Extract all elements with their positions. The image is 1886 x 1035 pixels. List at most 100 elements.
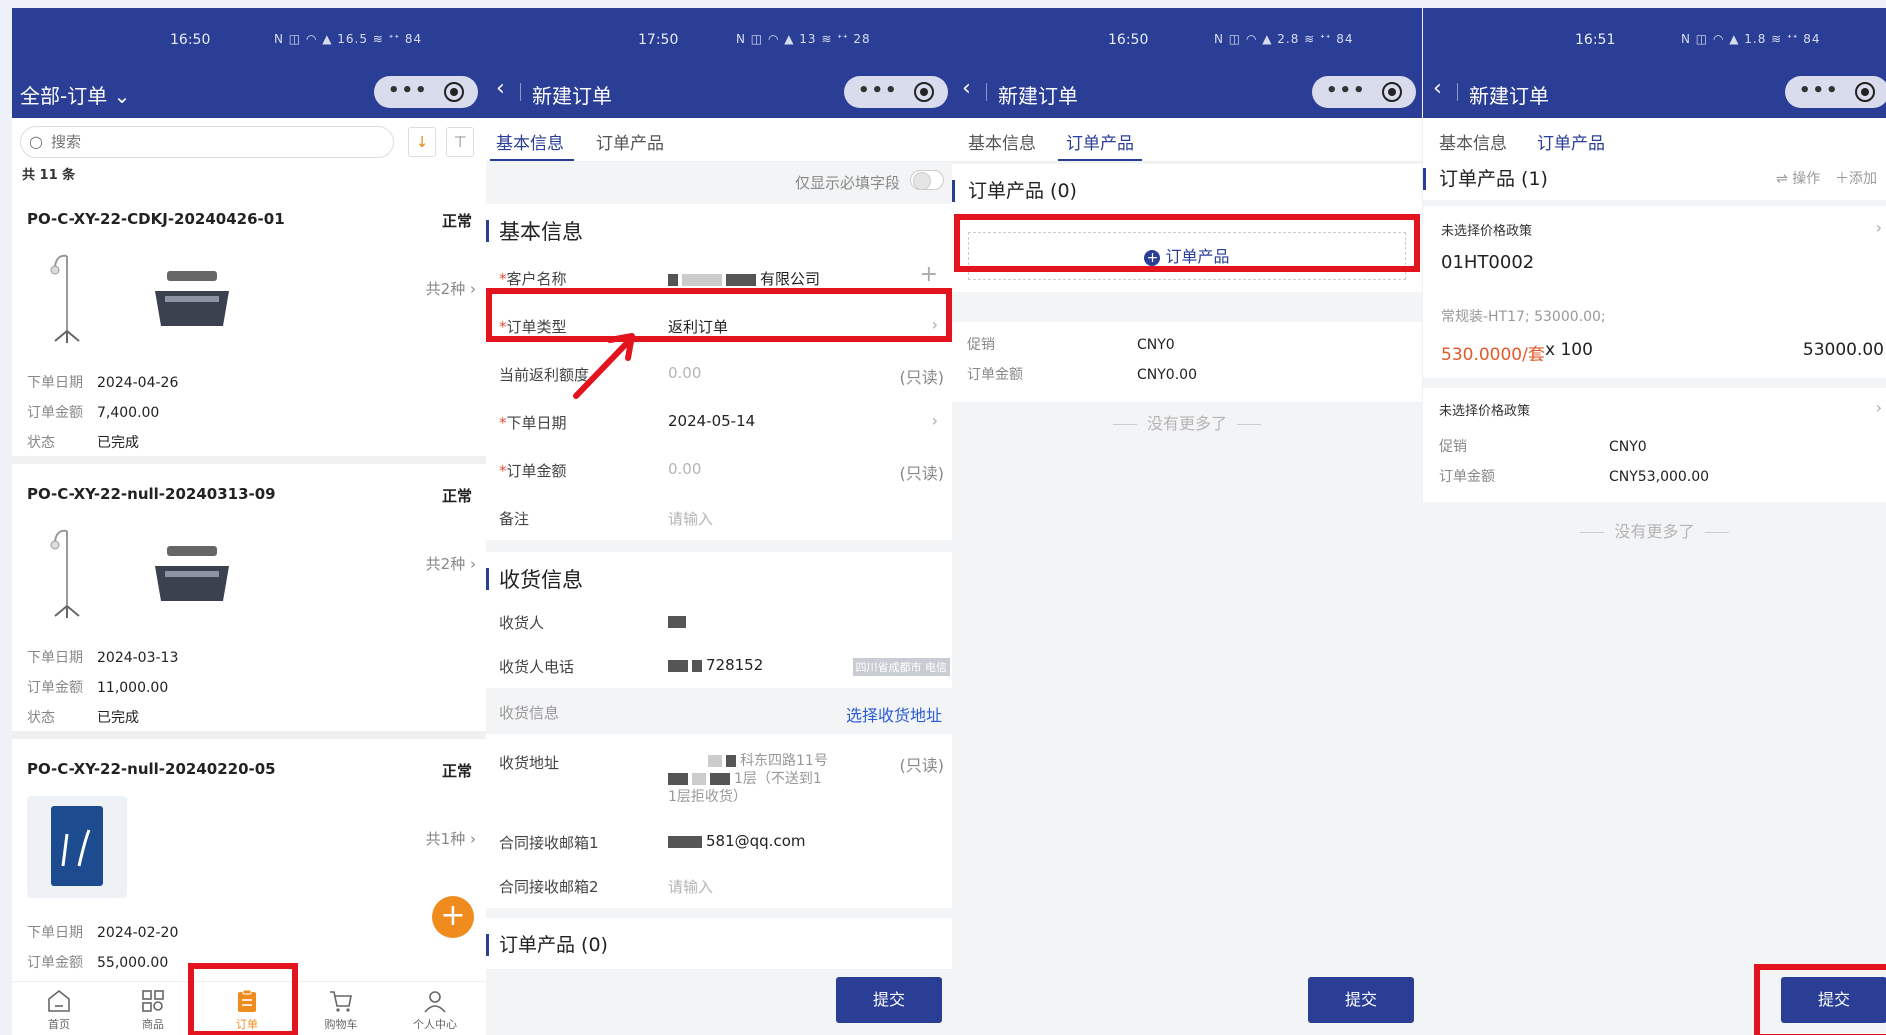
order-card[interactable]: PO-C-XY-22-CDKJ-20240426-01 正常 共2种 › 下单日… (12, 196, 486, 464)
highlight-orders-tab (188, 963, 298, 1035)
order-card[interactable]: PO-C-XY-22-null-20240313-09 正常 共2种 › 下单日… (12, 471, 486, 739)
add-order-fab[interactable]: + (432, 896, 474, 938)
tab-products[interactable]: 商品 (106, 982, 200, 1035)
tab-profile[interactable]: 个人中心 (388, 982, 482, 1035)
filter-button[interactable]: ⊤ (446, 127, 474, 157)
product-line[interactable]: 未选择价格政策 › 01HT0002 常规装-HT17; 53000.00; 5… (1423, 206, 1886, 378)
submit-button[interactable]: 提交 (836, 977, 942, 1023)
receiver-field[interactable]: 收货人 (486, 598, 952, 646)
page-title-dropdown[interactable]: 全部-订单 ⌄ (20, 80, 130, 109)
shipping-info-row: 收货信息 选择收货地址 (486, 688, 952, 734)
add-button[interactable]: ＋添加 (1835, 168, 1877, 188)
receiver-phone-field[interactable]: 收货人电话 728152 四川省成都市 电信 (486, 642, 952, 690)
tab-order-products[interactable]: 订单产品 (1066, 129, 1134, 154)
nav-bar: 全部-订单 ⌄ ••• (12, 66, 486, 118)
divider (520, 83, 521, 101)
product-thumbnails (50, 254, 229, 343)
home-icon (48, 989, 70, 1012)
order-amount-field: *订单金额 0.00 (只读) (499, 460, 944, 483)
quantity: x 100 (1545, 340, 1593, 360)
more-icon[interactable]: ••• (1799, 80, 1840, 101)
status-icons: N ◫ ◠ ▲ 1.8 ≋ ᐩᐩ 84 (1681, 32, 1821, 46)
status-icons: N ◫ ◠ ▲ 2.8 ≋ ᐩᐩ 84 (1214, 32, 1354, 46)
amount-row: 订单金额 CNY53,000.00 (1439, 469, 1710, 485)
section-tabs: 基本信息 订单产品 (952, 118, 1422, 162)
item-kinds: 共2种 › (425, 280, 476, 298)
more-icon[interactable]: ••• (858, 80, 899, 101)
email2-field[interactable]: 合同接收邮箱2 请输入 (486, 862, 952, 910)
products-header: 订单产品 (1) ⇌ 操作 ＋添加 (1423, 152, 1886, 200)
phone-region-tag: 四川省成都市 电信 (852, 658, 950, 676)
nav-bar: ‹ 新建订单 ••• (952, 66, 1422, 118)
tab-order-products[interactable]: 订单产品 (1537, 129, 1605, 154)
required-only-toggle[interactable] (910, 170, 944, 190)
device-image (155, 271, 229, 326)
tab-basic-info[interactable]: 基本信息 (1439, 129, 1507, 154)
order-status: 状态 已完成 (27, 435, 139, 451)
amount-row: 订单金额 CNY0.00 (967, 367, 1197, 383)
mini-program-capsule[interactable]: ••• (374, 76, 478, 108)
item-kinds: 共1种 › (425, 830, 476, 848)
order-date-field[interactable]: *下单日期 2024-05-14 › (486, 398, 952, 446)
tab-cart[interactable]: 购物车 (294, 982, 388, 1035)
new-order-basic-screen: 17:50 N ◫ ◠ ▲ 13 ≋ ᐩᐩ 28 ‹ 新建订单 ••• 基本信息… (486, 8, 952, 1035)
email1-field[interactable]: 合同接收邮箱1 581@qq.com (486, 818, 952, 866)
close-target-icon[interactable] (914, 82, 934, 102)
mini-program-capsule[interactable]: ••• (844, 76, 948, 108)
tab-home[interactable]: 首页 (12, 982, 106, 1035)
tab-underline (490, 159, 574, 161)
tab-basic-info[interactable]: 基本信息 (496, 129, 564, 154)
back-icon[interactable]: ‹ (1433, 76, 1442, 101)
tab-basic-info[interactable]: 基本信息 (968, 129, 1036, 154)
new-order-products-filled-screen: 16:51 N ◫ ◠ ▲ 1.8 ≋ ᐩᐩ 84 ‹ 新建订单 ••• 基本信… (1423, 8, 1886, 1035)
chevron-right-icon[interactable]: › (1876, 218, 1882, 237)
page-title: 新建订单 (532, 84, 612, 108)
nav-bar: ‹ 新建订单 ••• (486, 66, 952, 118)
submit-button[interactable]: 提交 (1308, 977, 1414, 1023)
remark-field[interactable]: 备注 请输入 (486, 494, 952, 542)
search-input[interactable] (51, 133, 371, 151)
order-card[interactable]: PO-C-XY-22-null-20240220-05 正常 共1种 › 下单日… (12, 746, 486, 976)
required-filter-row: 仅显示必填字段 (486, 162, 952, 202)
back-icon[interactable]: ‹ (496, 76, 505, 101)
mini-program-capsule[interactable]: ••• (1785, 76, 1886, 108)
lamp-stand-image (50, 254, 80, 343)
tab-order-products[interactable]: 订单产品 (596, 129, 664, 154)
totals-section: 促销 CNY0 订单金额 CNY53,000.00 (1423, 426, 1886, 502)
basic-info-section: 基本信息 *客户名称 有限公司 + *订单类型 返利订单 › 当前返利额度 0.… (486, 204, 952, 540)
order-amount: 订单金额 55,000.00 (27, 955, 169, 971)
add-icon[interactable]: + (920, 262, 938, 287)
sort-button[interactable]: ↓ (408, 127, 436, 157)
order-policy-row[interactable]: 未选择价格政策 › (1423, 388, 1886, 426)
no-more-text: 没有更多了 (952, 410, 1422, 434)
section-title: 订单产品 (0) (486, 930, 608, 957)
section-title: 订单产品 (1) (1423, 164, 1548, 191)
price-policy-label: 未选择价格政策 (1439, 404, 1531, 419)
order-date: 下单日期 2024-03-13 (27, 650, 179, 666)
price-policy-label: 未选择价格政策 (1441, 224, 1533, 239)
nav-bar: ‹ 新建订单 ••• (1423, 66, 1886, 118)
order-code: PO-C-XY-22-CDKJ-20240426-01 (27, 210, 285, 228)
highlight-submit (1754, 964, 1886, 1035)
mini-program-capsule[interactable]: ••• (1312, 76, 1416, 108)
search-box[interactable]: ○ (20, 126, 394, 158)
close-target-icon[interactable] (1855, 82, 1875, 102)
required-only-label: 仅显示必填字段 (794, 174, 900, 192)
promo-row: 促销 CNY0 (1439, 439, 1647, 455)
more-icon[interactable]: ••• (1326, 80, 1367, 101)
close-target-icon[interactable] (444, 82, 464, 102)
tab-underline (1058, 159, 1142, 161)
order-date: 下单日期 2024-04-26 (27, 375, 179, 391)
choose-address-link[interactable]: 选择收货地址 (846, 702, 942, 726)
action-button[interactable]: ⇌ 操作 (1776, 168, 1820, 188)
highlight-order-type (486, 288, 952, 342)
more-icon[interactable]: ••• (388, 80, 429, 101)
close-target-icon[interactable] (1382, 82, 1402, 102)
chevron-right-icon[interactable]: › (1876, 398, 1882, 417)
back-icon[interactable]: ‹ (962, 76, 971, 101)
result-count: 共 11 条 (22, 168, 76, 183)
order-state: 正常 (441, 762, 472, 780)
order-amount: 订单金额 11,000.00 (27, 680, 169, 696)
status-bar: 17:50 N ◫ ◠ ▲ 13 ≋ ᐩᐩ 28 (486, 8, 952, 74)
search-row: ○ ↓ ⊤ (12, 118, 486, 162)
